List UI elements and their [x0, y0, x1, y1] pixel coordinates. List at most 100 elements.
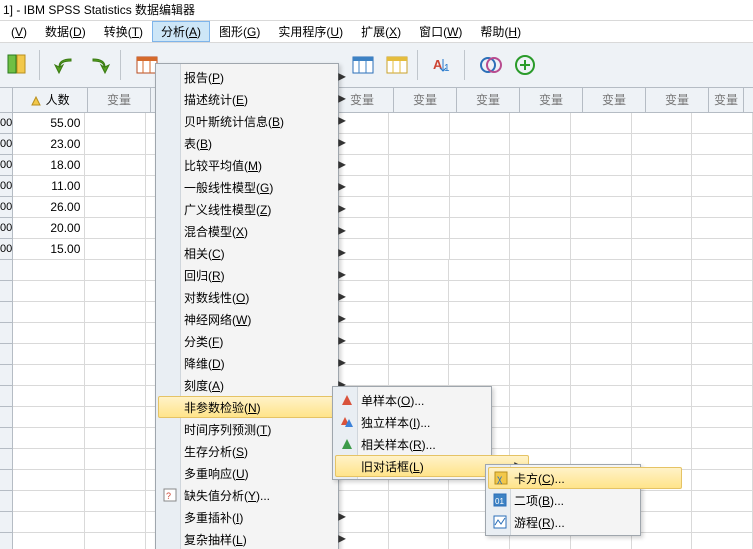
data-cell[interactable]: [85, 512, 146, 533]
data-cell[interactable]: [85, 470, 146, 491]
data-cell[interactable]: [510, 260, 571, 281]
toolbar-grid-yellow-icon[interactable]: [381, 50, 413, 80]
row-header[interactable]: [0, 386, 13, 407]
toolbar-goto-icon[interactable]: [3, 50, 35, 80]
data-cell[interactable]: [692, 491, 753, 512]
data-cell[interactable]: [692, 449, 753, 470]
data-cell[interactable]: [13, 428, 85, 449]
menubar-item[interactable]: 实用程序(U): [269, 21, 352, 42]
menu-analyze-item[interactable]: 神经网络(W)▶: [158, 308, 352, 330]
undo-icon[interactable]: [50, 50, 82, 80]
menu-analyze-item[interactable]: 广义线性模型(Z)▶: [158, 198, 352, 220]
data-cell[interactable]: [571, 155, 632, 176]
data-cell[interactable]: [389, 533, 450, 549]
data-cell[interactable]: 26.00: [13, 197, 85, 218]
column-header-empty[interactable]: 变量: [88, 88, 151, 112]
data-cell[interactable]: [632, 407, 693, 428]
data-cell[interactable]: [389, 323, 450, 344]
data-cell[interactable]: [692, 470, 753, 491]
menu-analyze-item[interactable]: 比较平均值(M)▶: [158, 154, 352, 176]
data-cell[interactable]: [692, 302, 753, 323]
menu-analyze-item[interactable]: 一般线性模型(G)▶: [158, 176, 352, 198]
data-cell[interactable]: [85, 260, 146, 281]
data-cell[interactable]: [85, 386, 146, 407]
menu-analyze-item[interactable]: 混合模型(X)▶: [158, 220, 352, 242]
menu-analyze-item[interactable]: 多重插补(I)▶: [158, 506, 352, 528]
menu-legacy-item[interactable]: χ卡方(C)...: [488, 467, 682, 489]
toolbar-add-icon[interactable]: [509, 50, 541, 80]
data-cell[interactable]: [632, 218, 693, 239]
data-cell[interactable]: [85, 239, 146, 260]
data-cell[interactable]: [389, 155, 450, 176]
data-cell[interactable]: [449, 281, 510, 302]
data-cell[interactable]: [510, 239, 571, 260]
data-cell[interactable]: [632, 134, 693, 155]
data-cell[interactable]: [389, 344, 450, 365]
column-header-empty[interactable]: 变量: [646, 88, 709, 112]
data-cell[interactable]: [510, 155, 571, 176]
data-cell[interactable]: [510, 176, 571, 197]
data-cell[interactable]: [692, 344, 753, 365]
data-cell[interactable]: [85, 407, 146, 428]
data-cell[interactable]: [85, 155, 146, 176]
data-cell[interactable]: [571, 260, 632, 281]
row-header[interactable]: 00: [0, 134, 13, 155]
column-header-empty[interactable]: 变量: [520, 88, 583, 112]
data-cell[interactable]: [389, 239, 450, 260]
data-cell[interactable]: [692, 407, 753, 428]
menu-analyze-item[interactable]: 贝叶斯统计信息(B)▶: [158, 110, 352, 132]
data-cell[interactable]: [449, 365, 510, 386]
data-cell[interactable]: [632, 197, 693, 218]
row-header[interactable]: [0, 344, 13, 365]
row-header[interactable]: 00: [0, 113, 13, 134]
data-cell[interactable]: [450, 239, 511, 260]
menu-analyze-item[interactable]: 回归(R)▶: [158, 264, 352, 286]
data-cell[interactable]: [510, 323, 571, 344]
data-cell[interactable]: [571, 302, 632, 323]
data-cell[interactable]: [632, 344, 693, 365]
data-cell[interactable]: [632, 365, 693, 386]
data-cell[interactable]: [450, 197, 511, 218]
data-cell[interactable]: [571, 386, 632, 407]
menu-nonparam-item[interactable]: 单样本(O)...: [335, 389, 529, 411]
row-header[interactable]: [0, 491, 13, 512]
data-cell[interactable]: [510, 197, 571, 218]
data-cell[interactable]: [85, 302, 146, 323]
redo-icon[interactable]: [84, 50, 116, 80]
data-cell[interactable]: [13, 260, 85, 281]
toolbar-sets-icon[interactable]: [475, 50, 507, 80]
data-cell[interactable]: 23.00: [13, 134, 85, 155]
data-cell[interactable]: [389, 365, 450, 386]
menu-analyze-item[interactable]: 表(B)▶: [158, 132, 352, 154]
data-cell[interactable]: [450, 176, 511, 197]
data-cell[interactable]: [571, 197, 632, 218]
data-cell[interactable]: [85, 113, 146, 134]
data-cell[interactable]: [13, 386, 85, 407]
row-header[interactable]: [0, 323, 13, 344]
data-cell[interactable]: [389, 302, 450, 323]
data-cell[interactable]: [632, 260, 693, 281]
data-cell[interactable]: [571, 218, 632, 239]
data-cell[interactable]: [632, 323, 693, 344]
menu-legacy-item[interactable]: 游程(R)...: [488, 511, 682, 533]
data-cell[interactable]: [571, 344, 632, 365]
data-cell[interactable]: [85, 428, 146, 449]
menu-analyze-item[interactable]: 对数线性(O)▶: [158, 286, 352, 308]
data-cell[interactable]: [692, 260, 753, 281]
data-cell[interactable]: [85, 134, 146, 155]
menu-analyze-item[interactable]: ?缺失值分析(Y)...: [158, 484, 352, 506]
data-cell[interactable]: [389, 512, 450, 533]
data-cell[interactable]: [510, 344, 571, 365]
data-cell[interactable]: [389, 134, 450, 155]
menubar-item[interactable]: 窗口(W): [410, 21, 471, 42]
data-cell[interactable]: [85, 491, 146, 512]
data-cell[interactable]: [632, 302, 693, 323]
data-cell[interactable]: [389, 218, 450, 239]
data-cell[interactable]: [85, 281, 146, 302]
data-cell[interactable]: [13, 533, 85, 549]
data-cell[interactable]: [13, 344, 85, 365]
row-header[interactable]: [0, 512, 13, 533]
menu-analyze-item[interactable]: 相关(C)▶: [158, 242, 352, 264]
column-header-empty[interactable]: 变量: [457, 88, 520, 112]
row-header[interactable]: 00: [0, 197, 13, 218]
